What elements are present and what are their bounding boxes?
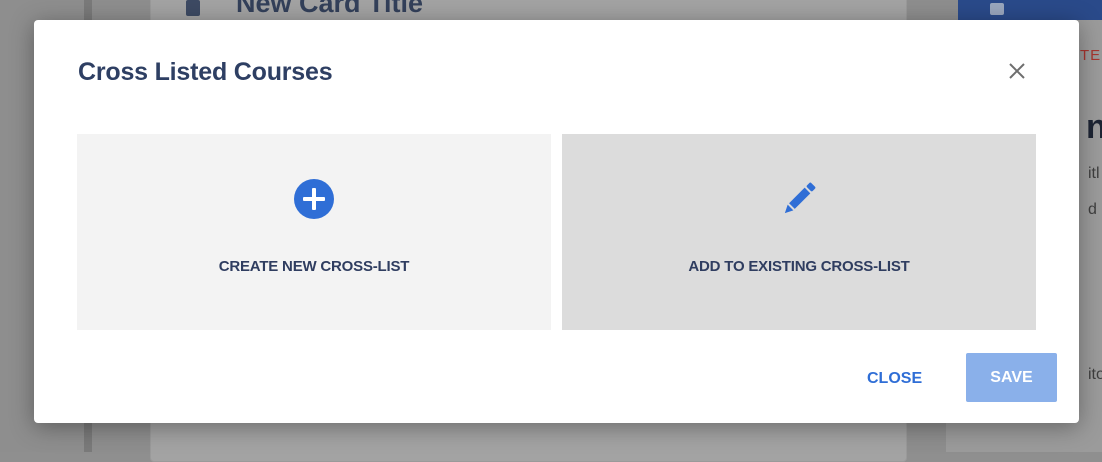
background-header-icon [990, 3, 1004, 15]
create-new-cross-list-option[interactable]: CREATE NEW CROSS-LIST [77, 134, 551, 330]
background-text-fragment: ito [1088, 366, 1102, 383]
background-card-icon [186, 0, 200, 16]
background-right-header [958, 0, 1102, 20]
cross-listed-courses-dialog: Cross Listed Courses CREATE NEW CROSS-LI… [34, 20, 1079, 423]
create-new-cross-list-label: CREATE NEW CROSS-LIST [218, 258, 410, 275]
add-to-existing-cross-list-label: ADD TO EXISTING CROSS-LIST [688, 258, 910, 275]
plus-circle-icon [291, 176, 337, 222]
dialog-title: Cross Listed Courses [78, 58, 333, 86]
background-card-title: New Card Title [236, 0, 424, 18]
background-red-text: TE [1080, 47, 1102, 64]
background-text-fragment: d C [1088, 201, 1102, 218]
background-heading-fragment: nt [1086, 108, 1102, 146]
pencil-icon [776, 176, 822, 222]
close-icon[interactable] [1002, 56, 1032, 86]
save-button[interactable]: SAVE [966, 353, 1057, 402]
background-text-fragment: itl [1088, 165, 1100, 182]
close-button[interactable]: CLOSE [857, 366, 932, 392]
add-to-existing-cross-list-option[interactable]: ADD TO EXISTING CROSS-LIST [562, 134, 1036, 330]
